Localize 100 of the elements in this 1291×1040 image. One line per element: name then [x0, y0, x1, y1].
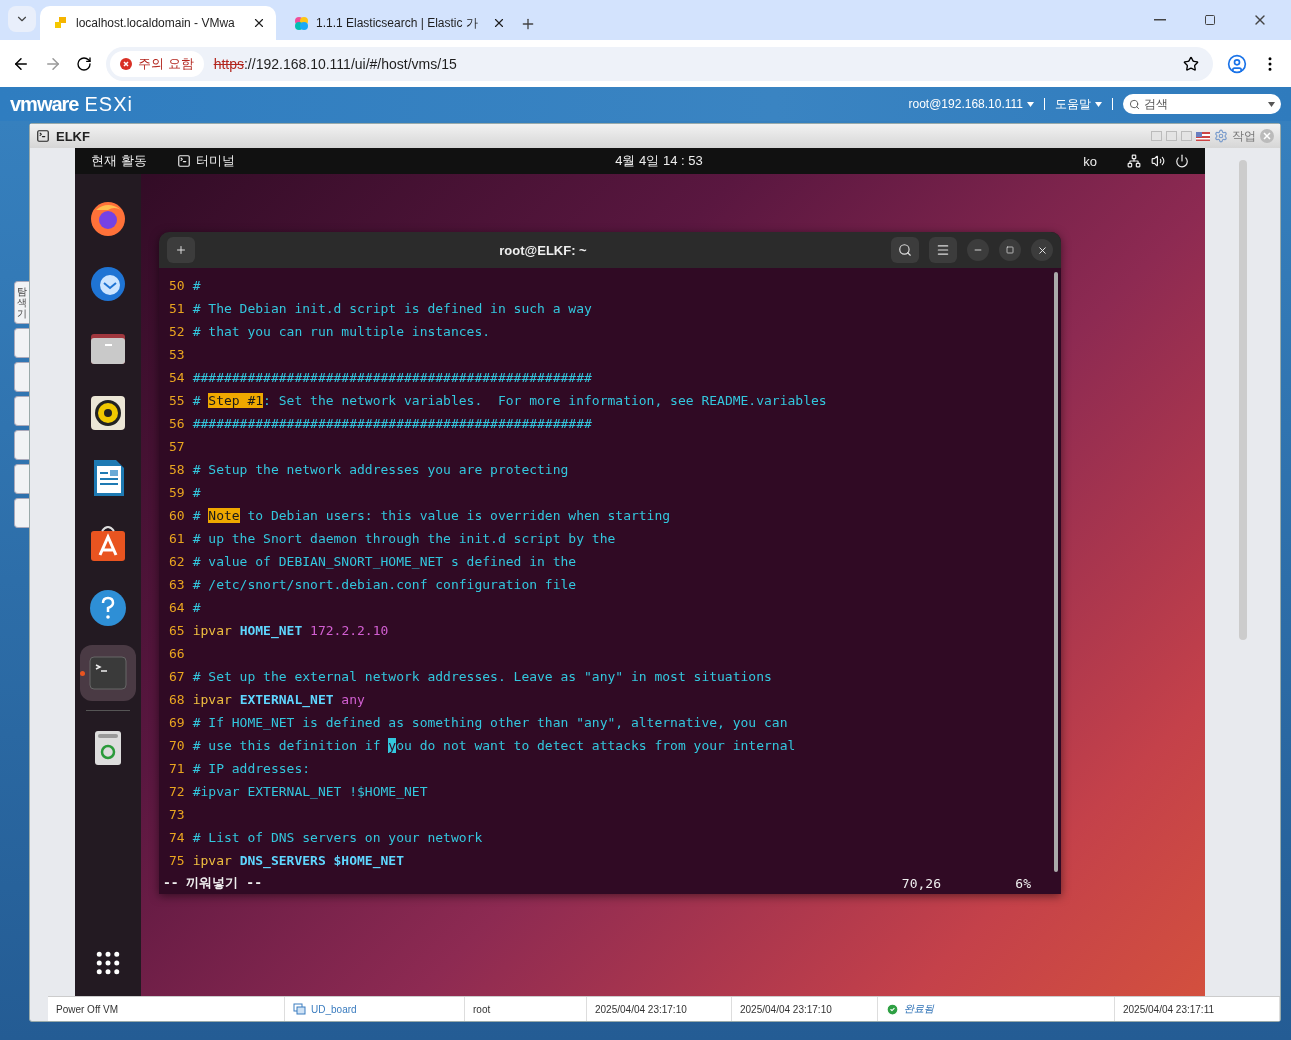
line-number: 75	[168, 853, 186, 868]
line-number: 68	[168, 692, 186, 707]
code-text: # If HOME_NET is defined as something other than "any", alternative, you can	[192, 715, 788, 730]
profile-icon[interactable]	[1227, 53, 1247, 74]
url-scheme: https	[213, 55, 244, 72]
cursor-position: 70,26	[901, 875, 941, 891]
code-text: # Setup the network addresses you are protecting	[192, 462, 569, 477]
browser-tab[interactable]: 1.1.1 Elasticsearch | Elastic 가	[280, 6, 516, 40]
vmware-esxi-logo: vmware ESXi	[10, 92, 133, 116]
flag-icon[interactable]	[1196, 131, 1210, 141]
success-icon	[886, 1002, 899, 1016]
input-source[interactable]: ko	[1083, 153, 1097, 169]
search-icon	[898, 243, 912, 257]
clock[interactable]: 4월 4일 14 : 53	[615, 152, 703, 170]
code-text: # value of DEBIAN_SNORT_HOME_NET s defined in the	[192, 554, 577, 569]
code-text: #	[192, 485, 201, 500]
terminal-icon	[176, 154, 191, 168]
line-number: 58	[168, 462, 186, 477]
reload-icon[interactable]	[76, 55, 92, 72]
line-number: 66	[168, 646, 186, 661]
line-number: 73	[168, 807, 186, 822]
help-menu[interactable]: 도움말	[1055, 95, 1102, 113]
user-menu[interactable]: root@192.168.10.111	[908, 97, 1034, 111]
menu-button[interactable]	[929, 237, 957, 263]
line-number: 57	[168, 439, 186, 454]
code-text: #	[192, 393, 202, 408]
close-button[interactable]	[1031, 239, 1053, 261]
power-icon[interactable]	[1175, 154, 1189, 168]
maximize-button[interactable]	[999, 239, 1021, 261]
line-number: 54	[168, 370, 186, 385]
code-text: ipvar	[192, 692, 233, 707]
app-menu[interactable]: 터미널	[195, 152, 235, 170]
new-tab-button[interactable]	[520, 16, 536, 32]
line-number: 53	[168, 347, 186, 362]
line-number: 65	[168, 623, 186, 638]
scrollbar[interactable]	[1054, 272, 1058, 872]
speaker-icon	[88, 393, 128, 433]
new-tab-button[interactable]	[167, 237, 195, 263]
maximize-icon	[1006, 246, 1014, 254]
line-number: 55	[168, 393, 186, 408]
url-text: ://192.168.10.111/ui/#/host/vms/15	[244, 55, 457, 72]
volume-icon[interactable]	[1151, 154, 1165, 168]
code-text: ou do not want to detect attacks from your internal	[396, 738, 796, 753]
bookmark-star-icon[interactable]	[1183, 55, 1199, 72]
caret-icon	[1268, 101, 1275, 107]
minimize-button[interactable]	[967, 239, 989, 261]
search-match: Note	[208, 508, 240, 523]
start-time-cell: 2025/04/04 23:17:10	[732, 997, 878, 1021]
text-cursor: y	[388, 738, 397, 753]
console-title: ELKF	[56, 128, 90, 144]
maximize-icon	[1204, 14, 1216, 26]
line-number: 71	[168, 761, 186, 776]
code-text: ###################################################	[192, 416, 592, 431]
line-number: 74	[168, 830, 186, 845]
target-link[interactable]: UD_board	[311, 1003, 357, 1015]
menu-icon	[936, 243, 950, 257]
completed-time-cell: 2025/04/04 23:17:11	[1115, 997, 1280, 1021]
line-number: 64	[168, 600, 186, 615]
line-number: 52	[168, 324, 186, 339]
actions-menu[interactable]: 작업	[1232, 127, 1256, 145]
code-text: HOME_NET	[239, 623, 303, 638]
line-number: 72	[168, 784, 186, 799]
queued-time-cell: 2025/04/04 23:17:10	[587, 997, 732, 1021]
help-icon	[88, 588, 128, 628]
code-text: # IP addresses:	[192, 761, 311, 776]
search-match: Step #1	[208, 393, 264, 408]
navigator-tab[interactable]: 탐색기	[14, 281, 29, 324]
activities-button[interactable]: 현재 활동	[91, 152, 147, 170]
line-number: 56	[168, 416, 186, 431]
network-icon[interactable]	[1127, 154, 1141, 168]
line-number: 50	[168, 278, 186, 293]
insert-mode-indicator: -- 끼워넣기 --	[163, 874, 262, 892]
line-number: 62	[168, 554, 186, 569]
line-number: 51	[168, 301, 186, 316]
close-tab-icon[interactable]	[252, 16, 266, 30]
line-number: 67	[168, 669, 186, 684]
scroll-percent: 6%	[1014, 875, 1032, 891]
code-text: # up the Snort daemon through the init.d script by the	[192, 531, 616, 546]
console-icon	[36, 129, 50, 143]
code-text: ###################################################	[192, 370, 592, 385]
search-field[interactable]: 검색	[1123, 94, 1281, 114]
minimize-icon	[1154, 19, 1166, 21]
code-text: : Set the network variables. For more information, see README.variables	[263, 393, 827, 408]
close-icon	[1036, 244, 1048, 256]
code-text: # that you can run multiple instances.	[192, 324, 491, 339]
line-number: 69	[168, 715, 186, 730]
caret-icon	[1027, 101, 1034, 107]
shopping-bag-icon	[88, 523, 128, 563]
search-button[interactable]	[891, 237, 919, 263]
security-warning-chip[interactable]: 주의 요함	[110, 50, 204, 77]
settings-icon[interactable]	[1214, 129, 1228, 143]
close-tab-icon[interactable]	[492, 16, 506, 30]
code-text: # Set up the external network addresses. Leave as "any" in most situations	[192, 669, 772, 684]
browser-tab[interactable]: localhost.localdomain - VMwa	[40, 6, 276, 40]
plus-icon	[520, 16, 536, 32]
task-cell: Power Off VM	[48, 997, 285, 1021]
code-text: # use this definition if	[192, 738, 382, 753]
plus-icon	[175, 244, 187, 256]
security-warning-text: 주의 요함	[138, 54, 194, 73]
scrollbar[interactable]	[1238, 160, 1247, 640]
